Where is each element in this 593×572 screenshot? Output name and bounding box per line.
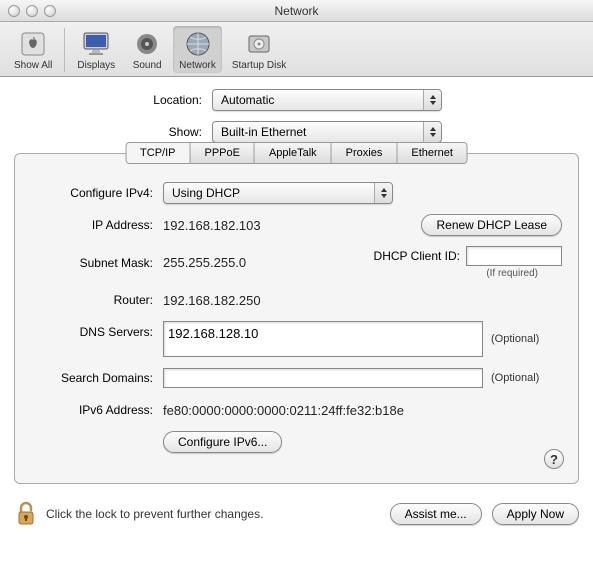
dhcp-client-id-input[interactable] [466,246,562,266]
lock-text: Click the lock to prevent further change… [46,507,263,521]
toolbar-label: Network [179,60,216,71]
configure-ipv6-button[interactable]: Configure IPv6... [163,431,282,453]
ipv6-address-value: fe80:0000:0000:0000:0211:24ff:fe32:b18e [163,403,404,418]
tab-ethernet[interactable]: Ethernet [397,143,467,163]
dhcp-client-note: (If required) [486,268,538,279]
footer: Click the lock to prevent further change… [0,484,593,544]
tab-pppoe[interactable]: PPPoE [191,143,255,163]
toolbar-label: Startup Disk [232,60,286,71]
toolbar-show-all[interactable]: Show All [8,26,58,73]
toolbar: Show All Displays Sound Network Startup … [0,22,593,77]
chevron-updown-icon [423,122,441,142]
toolbar-displays[interactable]: Displays [71,26,121,73]
search-optional: (Optional) [491,372,539,384]
location-value: Automatic [221,93,274,107]
window-title: Network [0,4,593,18]
show-label: Show: [14,125,212,139]
toolbar-separator [64,28,65,72]
location-popup[interactable]: Automatic [212,89,442,111]
renew-dhcp-button[interactable]: Renew DHCP Lease [421,214,562,236]
toolbar-label: Show All [14,60,52,71]
router-label: Router: [31,293,163,307]
search-domains-input[interactable] [163,368,483,388]
ipv6-address-label: IPv6 Address: [31,403,163,417]
globe-icon [182,28,214,60]
lock-icon[interactable] [14,500,38,528]
location-label: Location: [14,93,212,107]
tab-bar: TCP/IP PPPoE AppleTalk Proxies Ethernet [125,142,468,164]
help-button[interactable]: ? [544,449,564,469]
ip-address-value: 192.168.182.103 [163,218,261,233]
show-value: Built-in Ethernet [221,125,306,139]
router-value: 192.168.182.250 [163,293,261,308]
tab-proxies[interactable]: Proxies [332,143,398,163]
disk-icon [243,28,275,60]
toolbar-startup-disk[interactable]: Startup Disk [226,26,292,73]
apply-now-button[interactable]: Apply Now [492,503,579,525]
toolbar-label: Sound [133,60,162,71]
dns-servers-input[interactable] [163,321,483,357]
show-popup[interactable]: Built-in Ethernet [212,121,442,143]
apple-icon [17,28,49,60]
tab-appletalk[interactable]: AppleTalk [255,143,332,163]
settings-panel: TCP/IP PPPoE AppleTalk Proxies Ethernet … [14,153,579,484]
search-domains-label: Search Domains: [31,371,163,385]
toolbar-network[interactable]: Network [173,26,222,73]
configure-ipv4-label: Configure IPv4: [31,186,163,200]
display-icon [80,28,112,60]
toolbar-label: Displays [77,60,115,71]
dhcp-client-id-label: DHCP Client ID: [374,249,460,263]
titlebar: Network [0,0,593,22]
configure-ipv4-popup[interactable]: Using DHCP [163,182,393,204]
chevron-updown-icon [374,183,392,203]
tab-tcpip[interactable]: TCP/IP [126,143,190,164]
speaker-icon [131,28,163,60]
dns-servers-label: DNS Servers: [31,321,163,339]
subnet-mask-label: Subnet Mask: [31,256,163,270]
configure-ipv4-value: Using DHCP [172,186,240,200]
toolbar-sound[interactable]: Sound [125,26,169,73]
dns-optional: (Optional) [491,333,539,345]
ip-address-label: IP Address: [31,218,163,232]
chevron-updown-icon [423,90,441,110]
assist-me-button[interactable]: Assist me... [390,503,482,525]
subnet-mask-value: 255.255.255.0 [163,255,246,270]
